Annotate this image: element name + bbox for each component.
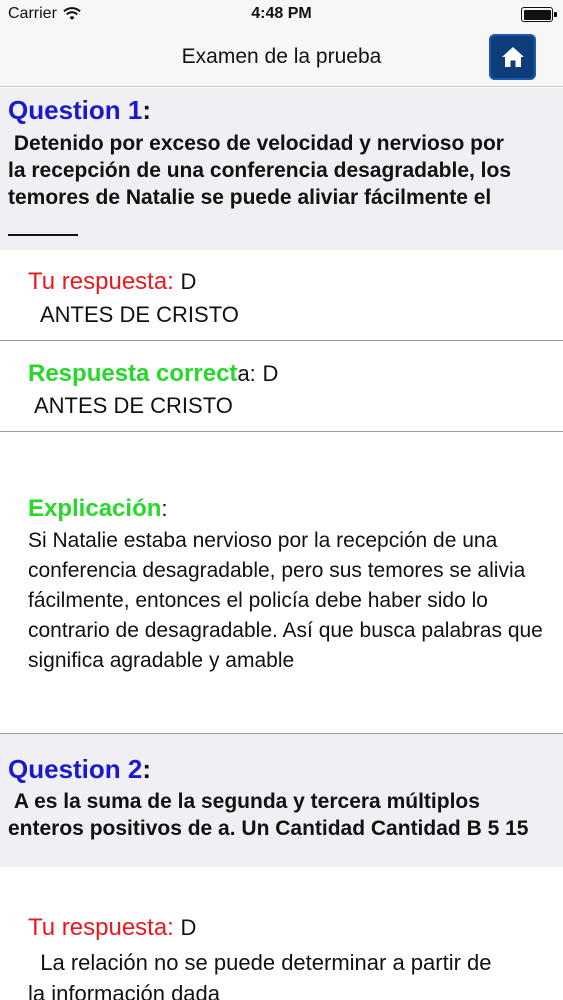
correct-answer-text: ANTES DE CRISTO (34, 393, 233, 418)
your-answer-row-2: Tu respuesta: D La relación no se puede … (0, 867, 563, 1000)
battery-icon (521, 7, 557, 22)
question-1-text: Detenido por exceso de velocidad y nervi… (8, 132, 512, 209)
your-answer-row-1: Tu respuesta: D ANTES DE CRISTO (0, 250, 563, 341)
question-2-title: Question 2: (8, 754, 152, 784)
question-1-title: Question 1: (8, 95, 152, 125)
correct-answer-row-1: Respuesta correcta: D ANTES DE CRISTO (0, 341, 563, 432)
explanation-label: Explicación: (28, 495, 168, 522)
your-answer-label: Tu respuesta: D (28, 914, 197, 941)
explanation-text: Si Natalie estaba nervioso por la recepc… (28, 529, 543, 672)
question-2-text: A es la suma de la segunda y tercera múl… (8, 790, 529, 840)
home-button[interactable] (489, 34, 536, 80)
clock: 4:48 PM (251, 5, 312, 22)
page-title: Examen de la prueba (181, 45, 382, 68)
your-answer-label: Tu respuesta: D (28, 268, 197, 295)
home-icon (501, 47, 524, 67)
your-answer-text: ANTES DE CRISTO (40, 302, 239, 327)
navigation-bar: Examen de la prueba (0, 30, 563, 87)
question-1-block: Question 1: Detenido por exceso de veloc… (0, 88, 563, 250)
question-2-block: Question 2: A es la suma de la segunda y… (0, 734, 563, 867)
correct-answer-label: Respuesta correcta: D (28, 360, 279, 387)
explanation-row-1: Explicación: Si Natalie estaba nervioso … (0, 432, 563, 734)
status-bar: Carrier 4:48 PM (0, 0, 563, 30)
your-answer-text: La relación no se puede determinar a par… (28, 950, 492, 1000)
answer-blank (8, 234, 78, 236)
